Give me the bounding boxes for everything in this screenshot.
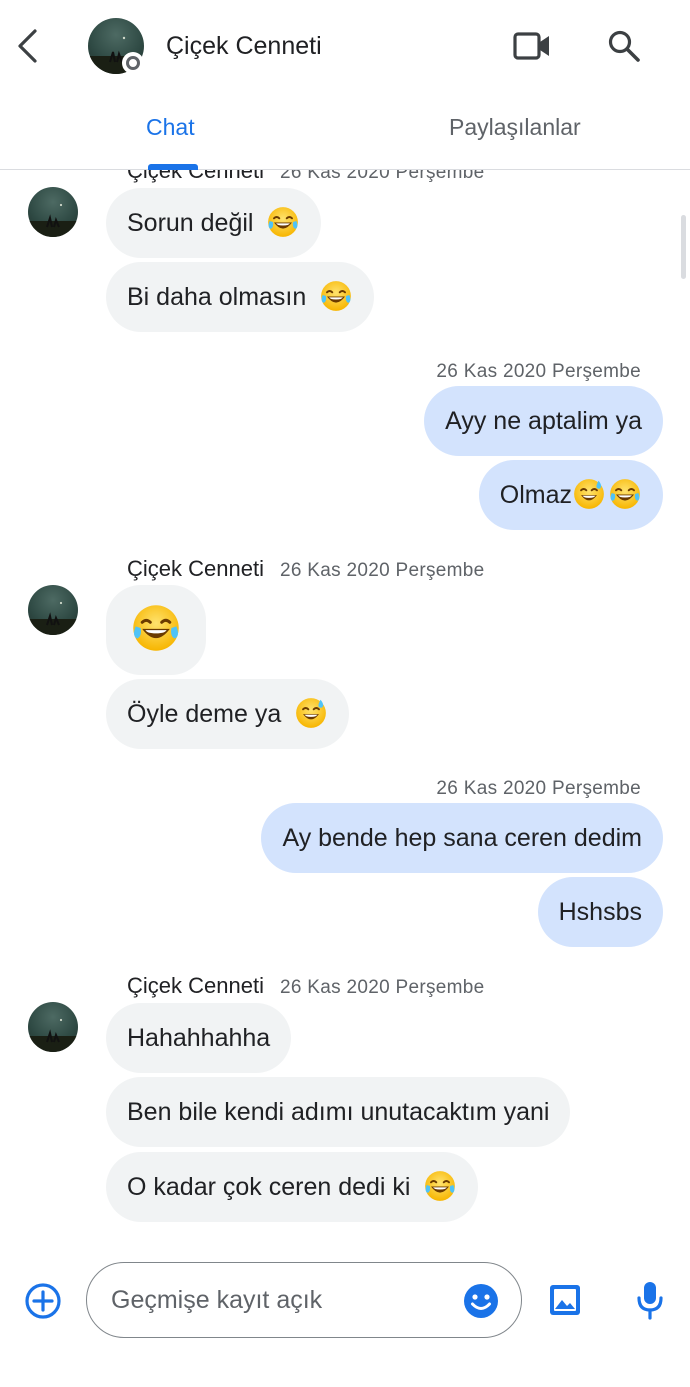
message-text: Ay bende hep sana ceren dedim xyxy=(282,824,642,852)
search-icon[interactable] xyxy=(602,24,646,68)
message-text: Ben bile kendi adımı unutacaktım yani xyxy=(127,1098,550,1126)
face-with-tears-of-joy-icon xyxy=(319,279,353,313)
back-arrow-icon[interactable] xyxy=(12,26,44,66)
grinning-face-with-sweat-icon xyxy=(294,696,328,730)
message-text: Olmaz xyxy=(499,481,572,509)
chat-title: Çiçek Cenneti xyxy=(166,32,322,60)
tab-shared[interactable]: Paylaşılanlar xyxy=(449,112,581,142)
app-header: Çiçek Cenneti xyxy=(0,0,690,92)
message-bubble-incoming[interactable]: Hahahhahha xyxy=(106,1003,292,1073)
message-text: Ayy ne aptalim ya xyxy=(445,407,642,435)
message-bubble-incoming[interactable] xyxy=(106,585,206,675)
message-text: Bi daha olmasın xyxy=(127,283,307,311)
video-call-icon[interactable] xyxy=(510,26,554,66)
message-meta: 26 Kas 2020 Perşembe xyxy=(436,775,641,802)
message-input-placeholder: Geçmişe kayıt açık xyxy=(111,1286,323,1314)
message-meta: Çiçek Cenneti 26 Kas 2020 Perşembe xyxy=(127,170,485,186)
message-time: 26 Kas 2020 Perşembe xyxy=(279,560,485,581)
image-icon[interactable] xyxy=(545,1280,585,1320)
face-with-tears-of-joy-icon xyxy=(266,205,300,239)
message-bubble-outgoing[interactable]: Hshsbs xyxy=(537,877,663,947)
face-with-tears-of-joy-icon xyxy=(423,1169,457,1203)
scrollbar[interactable] xyxy=(681,215,686,279)
message-input[interactable]: Geçmişe kayıt açık xyxy=(86,1262,522,1338)
message-text: Hahahhahha xyxy=(127,1024,271,1052)
sender-avatar[interactable] xyxy=(28,585,78,635)
message-time: 26 Kas 2020 Perşembe xyxy=(279,977,485,998)
message-time: 26 Kas 2020 Perşembe xyxy=(436,361,641,382)
microphone-icon[interactable] xyxy=(630,1278,670,1322)
message-list[interactable]: Çiçek Cenneti 26 Kas 2020 Perşembe Sorun … xyxy=(0,170,690,1246)
message-time: 26 Kas 2020 Perşembe xyxy=(279,170,485,183)
add-circle-icon[interactable] xyxy=(22,1280,64,1322)
message-meta: 26 Kas 2020 Perşembe xyxy=(436,358,641,385)
message-bubble-incoming[interactable]: Öyle deme ya xyxy=(106,679,350,749)
message-bubble-outgoing[interactable]: Ay bende hep sana ceren dedim xyxy=(261,803,663,873)
message-bubble-incoming[interactable]: Sorun değil xyxy=(106,188,322,258)
face-with-tears-of-joy-icon xyxy=(130,602,182,654)
status-indicator-icon xyxy=(122,52,144,74)
message-text: O kadar çok ceren dedi ki xyxy=(127,1173,411,1201)
message-text: Hshsbs xyxy=(558,898,642,926)
emoji-icon[interactable] xyxy=(461,1281,501,1321)
active-tab-indicator xyxy=(148,164,198,170)
message-text: Sorun değil xyxy=(127,209,254,237)
message-composer: Geçmişe kayıt açık xyxy=(0,1246,690,1387)
message-text: Öyle deme ya xyxy=(127,700,282,728)
message-bubble-outgoing[interactable]: Olmaz xyxy=(478,460,663,530)
tab-bar: Chat Paylaşılanlar xyxy=(0,92,690,170)
message-bubble-incoming[interactable]: O kadar çok ceren dedi ki xyxy=(106,1152,479,1222)
tab-chat[interactable]: Chat xyxy=(146,112,195,142)
sender-name: Çiçek Cenneti xyxy=(127,556,264,581)
sender-name: Çiçek Cenneti xyxy=(127,170,264,183)
message-time: 26 Kas 2020 Perşembe xyxy=(436,778,641,799)
message-meta: Çiçek Cenneti 26 Kas 2020 Perşembe xyxy=(127,973,485,1001)
face-with-tears-of-joy-icon xyxy=(608,477,642,511)
message-bubble-incoming[interactable]: Ben bile kendi adımı unutacaktım yani xyxy=(106,1077,571,1147)
sender-avatar[interactable] xyxy=(28,187,78,237)
sender-avatar[interactable] xyxy=(28,1002,78,1052)
message-bubble-incoming[interactable]: Bi daha olmasın xyxy=(106,262,375,332)
message-bubble-outgoing[interactable]: Ayy ne aptalim ya xyxy=(424,386,663,456)
sender-name: Çiçek Cenneti xyxy=(127,973,264,998)
grinning-face-with-sweat-icon xyxy=(572,477,606,511)
message-meta: Çiçek Cenneti 26 Kas 2020 Perşembe xyxy=(127,556,485,584)
